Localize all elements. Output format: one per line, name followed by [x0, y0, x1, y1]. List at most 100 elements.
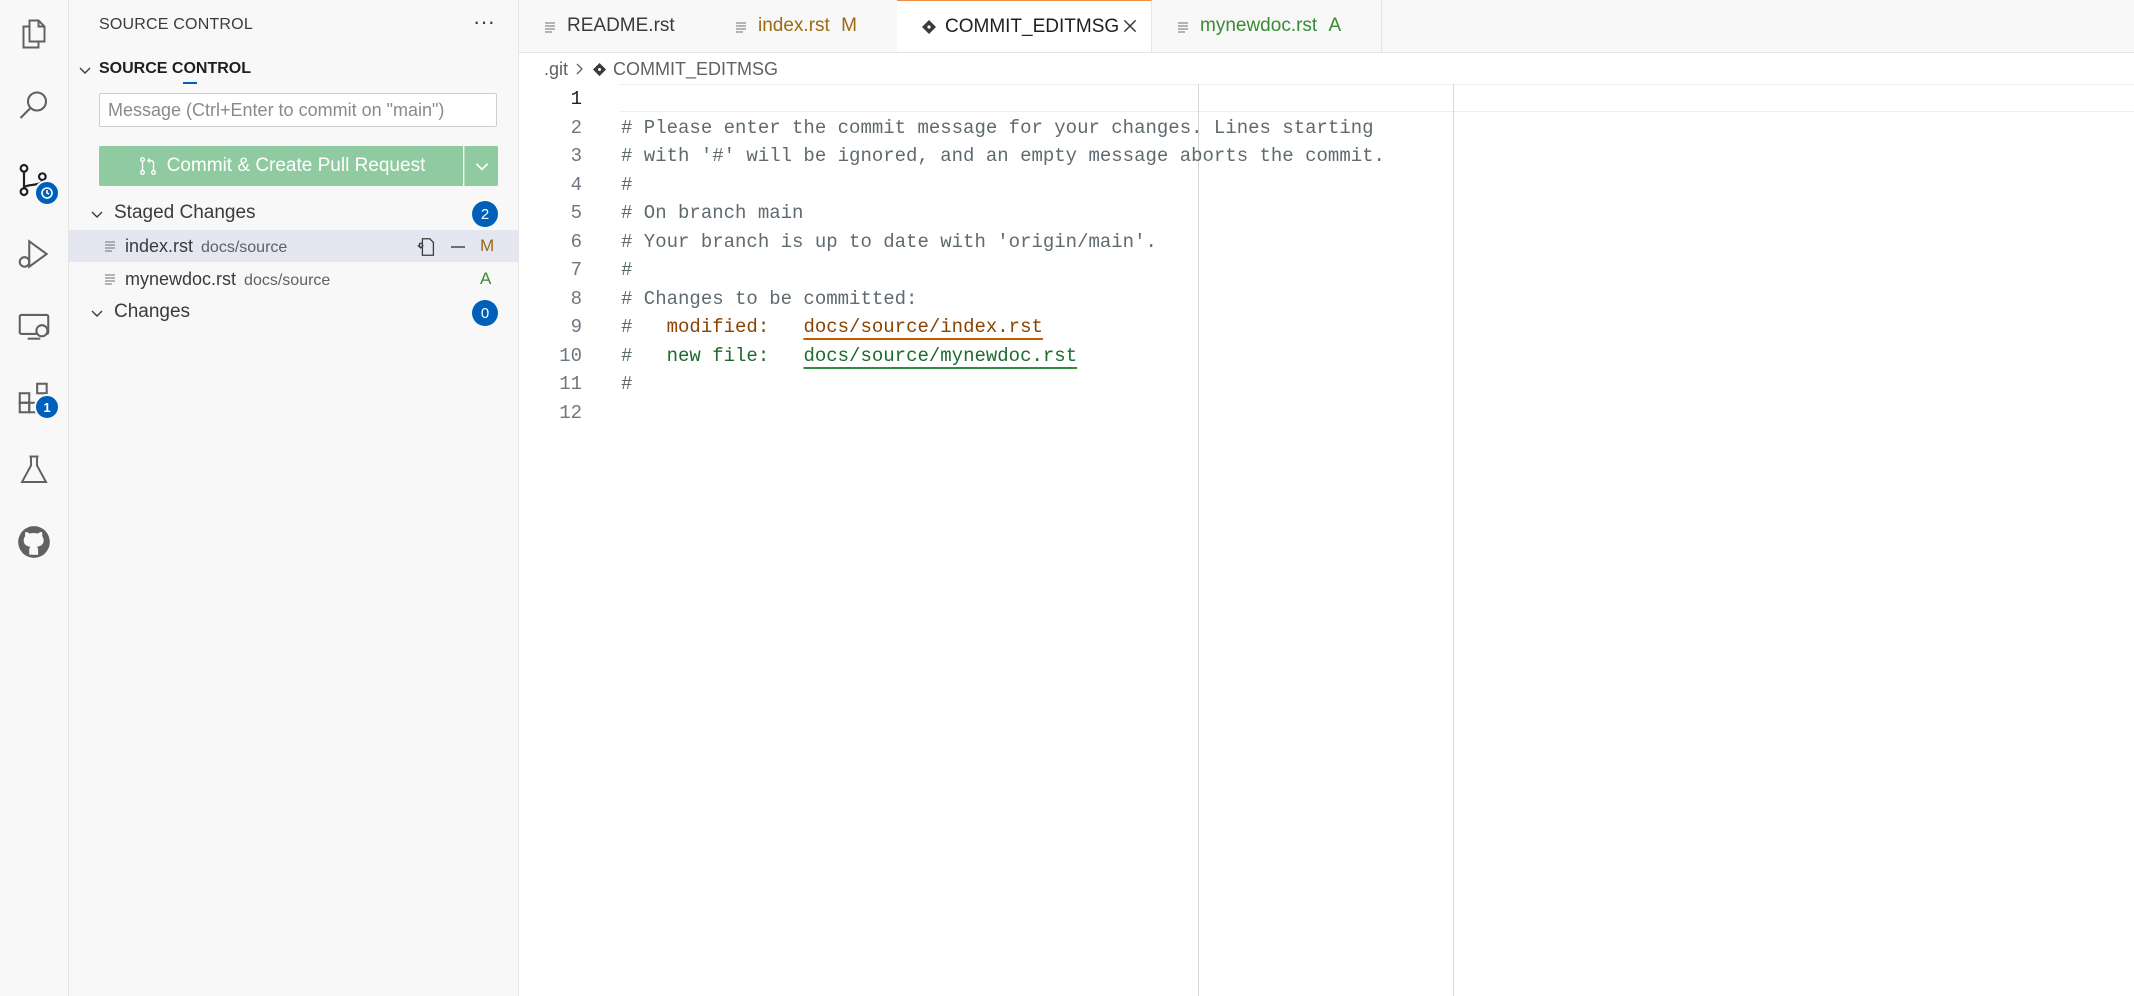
line-text: #	[621, 259, 633, 281]
remote-explorer-icon[interactable]	[0, 294, 68, 358]
more-actions-button[interactable]: ···	[473, 11, 495, 33]
code-line[interactable]: 8 # Changes to be committed:	[519, 284, 2134, 313]
line-text: # Your branch is up to date with 'origin…	[621, 230, 1157, 253]
code-line[interactable]: 2 # Please enter the commit message for …	[519, 113, 2134, 142]
unstage-icon[interactable]	[448, 237, 468, 257]
staged-file-row[interactable]: index.rst docs/source M	[69, 230, 518, 262]
file-icon	[103, 239, 117, 253]
chevron-right-icon	[574, 62, 586, 76]
code-line[interactable]: 5 # On branch main	[519, 198, 2134, 227]
tab-commit-editmsg[interactable]: COMMIT_EDITMSG	[897, 0, 1152, 52]
tab-label: index.rst	[758, 15, 830, 36]
file-path: docs/source	[201, 239, 288, 256]
line-number: 5	[570, 202, 582, 224]
change-keyword: new file:	[666, 344, 770, 367]
line-text: #	[621, 373, 633, 395]
chevron-down-icon	[475, 163, 488, 171]
code-line[interactable]: 11 #	[519, 369, 2134, 398]
github-icon[interactable]	[0, 510, 68, 574]
section-header[interactable]: SOURCE CONTROL	[69, 56, 518, 84]
tab-readme[interactable]: README.rst	[519, 0, 711, 52]
explorer-icon[interactable]	[0, 2, 68, 66]
file-icon	[1176, 20, 1190, 34]
code-line[interactable]: 10 # new file: docs/source/mynewdoc.rst	[519, 341, 2134, 370]
line-text: # Changes to be committed:	[621, 287, 918, 310]
activity-bar: 1	[0, 0, 69, 996]
line-number: 2	[570, 116, 582, 139]
sidebar-title: SOURCE CONTROL	[99, 16, 253, 33]
file-path-link[interactable]: docs/source/mynewdoc.rst	[803, 345, 1077, 367]
line-number: 3	[570, 145, 582, 167]
code-editor[interactable]: 1 2 # Please enter the commit message fo…	[519, 84, 2134, 996]
line-number: 12	[559, 401, 582, 424]
file-icon	[734, 20, 748, 34]
staged-changes-group[interactable]: Staged Changes 2	[69, 198, 518, 228]
code-line[interactable]: 7 #	[519, 255, 2134, 284]
tab-index[interactable]: index.rst M	[710, 0, 898, 52]
focus-indicator	[183, 82, 197, 84]
code-line[interactable]: 12	[519, 398, 2134, 427]
tab-status: A	[1328, 15, 1342, 36]
pull-request-icon	[137, 155, 159, 177]
code-line[interactable]: 1	[519, 84, 2134, 113]
file-status: M	[480, 236, 495, 255]
commit-options-dropdown[interactable]	[464, 146, 498, 186]
chevron-down-icon	[89, 306, 105, 322]
line-number: 11	[559, 373, 582, 395]
search-icon[interactable]	[0, 74, 68, 138]
file-path: docs/source	[244, 272, 331, 289]
code-line[interactable]: 4 #	[519, 170, 2134, 199]
staged-file-row[interactable]: mynewdoc.rst docs/source A	[69, 263, 518, 295]
line-text: # Please enter the commit message for yo…	[621, 116, 1374, 139]
staged-count-badge: 2	[472, 201, 498, 227]
pending-clock-icon	[34, 180, 60, 206]
close-icon[interactable]	[1121, 17, 1139, 35]
line-text: # with '#' will be ignored, and an empty…	[621, 145, 1385, 167]
line-number: 8	[570, 287, 582, 310]
code-line[interactable]: 6 # Your branch is up to date with 'orig…	[519, 227, 2134, 256]
line-text: # On branch main	[621, 202, 804, 224]
source-control-icon[interactable]	[0, 148, 68, 212]
tab-label: README.rst	[567, 15, 675, 36]
commit-button-label: Commit & Create Pull Request	[166, 155, 426, 176]
comment-prefix: #	[621, 316, 667, 338]
git-icon	[592, 62, 607, 77]
breadcrumb-file[interactable]: COMMIT_EDITMSG	[613, 59, 778, 80]
line-number: 4	[570, 173, 582, 196]
open-file-icon[interactable]	[416, 236, 438, 258]
change-keyword: modified:	[666, 316, 770, 338]
commit-create-pr-button[interactable]: Commit & Create Pull Request	[99, 146, 463, 186]
testing-icon[interactable]	[0, 438, 68, 502]
line-number: 7	[570, 259, 582, 281]
extensions-icon[interactable]: 1	[0, 366, 68, 430]
staged-changes-label: Staged Changes	[114, 202, 256, 223]
breadcrumb: .git COMMIT_EDITMSG	[544, 58, 778, 80]
tab-label: mynewdoc.rst	[1200, 15, 1318, 36]
run-debug-icon[interactable]	[0, 222, 68, 286]
editor-tab-bar: README.rst index.rst M COMMIT_EDITMSG my…	[519, 0, 2134, 53]
file-name: mynewdoc.rst	[125, 269, 237, 289]
line-number: 10	[559, 344, 582, 367]
comment-prefix: #	[621, 344, 667, 367]
file-icon	[543, 20, 557, 34]
section-title: SOURCE CONTROL	[99, 60, 251, 77]
file-status: A	[480, 269, 492, 288]
tab-mynewdoc[interactable]: mynewdoc.rst A	[1152, 0, 1382, 52]
changes-label: Changes	[114, 301, 191, 322]
line-number: 1	[570, 88, 582, 110]
breadcrumb-folder[interactable]: .git	[544, 59, 568, 80]
file-icon	[103, 272, 117, 286]
tab-label: COMMIT_EDITMSG	[945, 16, 1120, 37]
changes-count-badge: 0	[472, 300, 498, 326]
git-icon	[921, 19, 937, 35]
file-name: index.rst	[125, 236, 194, 256]
line-text: #	[621, 173, 633, 196]
changes-group[interactable]: Changes 0	[69, 297, 518, 327]
commit-message-input[interactable]	[99, 93, 497, 127]
file-path-link[interactable]: docs/source/index.rst	[803, 316, 1042, 338]
code-line[interactable]: 9 # modified: docs/source/index.rst	[519, 312, 2134, 341]
code-line[interactable]: 3 # with '#' will be ignored, and an emp…	[519, 141, 2134, 170]
line-number: 9	[570, 316, 582, 338]
